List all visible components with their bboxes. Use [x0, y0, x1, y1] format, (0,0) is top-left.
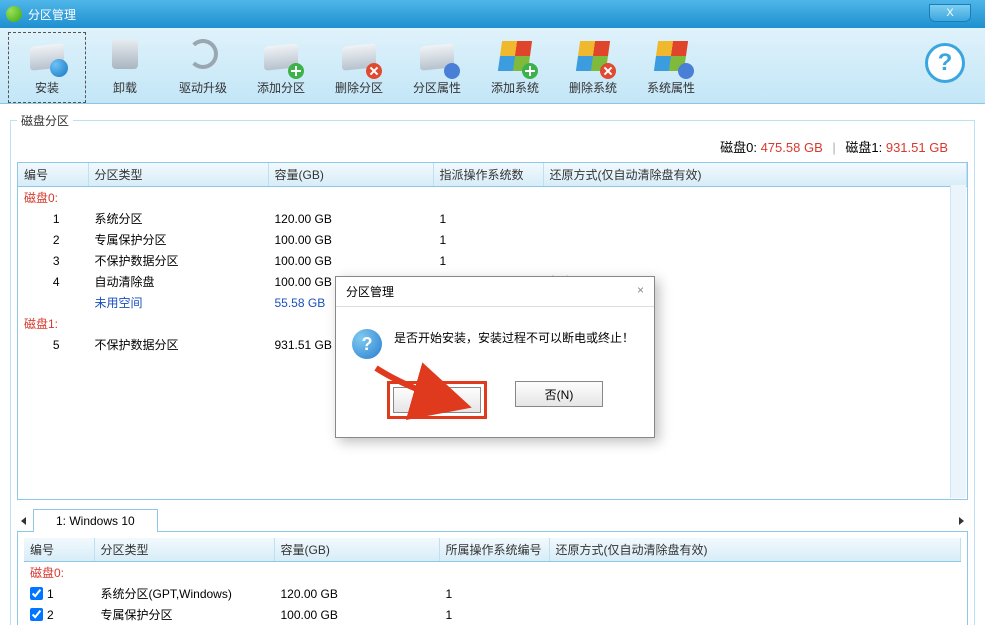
col-capacity[interactable]: 容量(GB): [268, 163, 433, 187]
os-tab-bar: 1: Windows 10: [17, 508, 968, 532]
disk-0-label-row: 磁盘0:: [18, 187, 967, 209]
toolbar-delete-system[interactable]: 删除系统: [554, 32, 632, 103]
row-checkbox[interactable]: [30, 587, 43, 600]
row-checkbox[interactable]: [30, 608, 43, 621]
yes-button-highlight: 是(Y): [387, 381, 487, 419]
main-toolbar: 安装 卸载 驱动升级 添加分区 删除分区 分区属性 添加系统 删除系统: [0, 28, 985, 104]
table-row[interactable]: 2专属保护分区100.00 GB1: [24, 604, 961, 625]
app-icon: [6, 6, 22, 22]
disk-0-label-row: 磁盘0:: [24, 562, 961, 584]
dialog-close-icon[interactable]: ×: [637, 283, 644, 300]
delete-partition-icon: [340, 37, 378, 75]
install-icon: [28, 37, 66, 75]
toolbar-install[interactable]: 安装: [8, 32, 86, 103]
col-restore[interactable]: 还原方式(仅自动清除盘有效): [549, 538, 961, 562]
question-icon: ?: [352, 329, 382, 359]
col-type[interactable]: 分区类型: [88, 163, 268, 187]
uninstall-icon: [106, 37, 144, 75]
delete-system-icon: [574, 37, 612, 75]
window-close-button[interactable]: X: [929, 4, 971, 22]
dialog-title: 分区管理: [346, 283, 394, 300]
system-props-icon: [652, 37, 690, 75]
scrollbar-vertical[interactable]: [950, 185, 966, 498]
toolbar-add-system[interactable]: 添加系统: [476, 32, 554, 103]
toolbar-system-props[interactable]: 系统属性: [632, 32, 710, 103]
col-number[interactable]: 编号: [18, 163, 88, 187]
table-row[interactable]: 1系统分区120.00 GB1: [18, 208, 967, 229]
tab-windows-10[interactable]: 1: Windows 10: [33, 509, 158, 532]
table-row[interactable]: 2专属保护分区100.00 GB1: [18, 229, 967, 250]
dialog-message: 是否开始安装，安装过程不可以断电或终止！: [394, 329, 634, 359]
confirm-dialog: 分区管理 × ? 是否开始安装，安装过程不可以断电或终止！ 是(Y) 否(N): [335, 276, 655, 438]
add-partition-icon: [262, 37, 300, 75]
table-row[interactable]: 1系统分区(GPT,Windows)120.00 GB1: [24, 583, 961, 604]
col-os-owner[interactable]: 所属操作系统编号: [439, 538, 549, 562]
col-os-count[interactable]: 指派操作系统数: [433, 163, 543, 187]
toolbar-delete-partition[interactable]: 删除分区: [320, 32, 398, 103]
refresh-icon: [184, 37, 222, 75]
col-type[interactable]: 分区类型: [94, 538, 274, 562]
partition-table-bottom[interactable]: 编号 分区类型 容量(GB) 所属操作系统编号 还原方式(仅自动清除盘有效) 磁…: [17, 532, 968, 625]
fieldset-legend: 磁盘分区: [17, 112, 73, 129]
no-button[interactable]: 否(N): [515, 381, 603, 407]
partition-props-icon: [418, 37, 456, 75]
toolbar-partition-props[interactable]: 分区属性: [398, 32, 476, 103]
add-system-icon: [496, 37, 534, 75]
toolbar-add-partition[interactable]: 添加分区: [242, 32, 320, 103]
help-button[interactable]: ?: [925, 43, 965, 83]
col-capacity[interactable]: 容量(GB): [274, 538, 439, 562]
col-number[interactable]: 编号: [24, 538, 94, 562]
toolbar-driver-upgrade[interactable]: 驱动升级: [164, 32, 242, 103]
toolbar-uninstall[interactable]: 卸载: [86, 32, 164, 103]
table-row[interactable]: 3不保护数据分区100.00 GB1: [18, 250, 967, 271]
window-titlebar: 分区管理 X: [0, 0, 985, 28]
window-title: 分区管理: [28, 6, 76, 23]
yes-button[interactable]: 是(Y): [393, 387, 481, 413]
disk-summary: 磁盘0: 475.58 GB | 磁盘1: 931.51 GB: [17, 135, 968, 162]
col-restore[interactable]: 还原方式(仅自动清除盘有效): [543, 163, 967, 187]
